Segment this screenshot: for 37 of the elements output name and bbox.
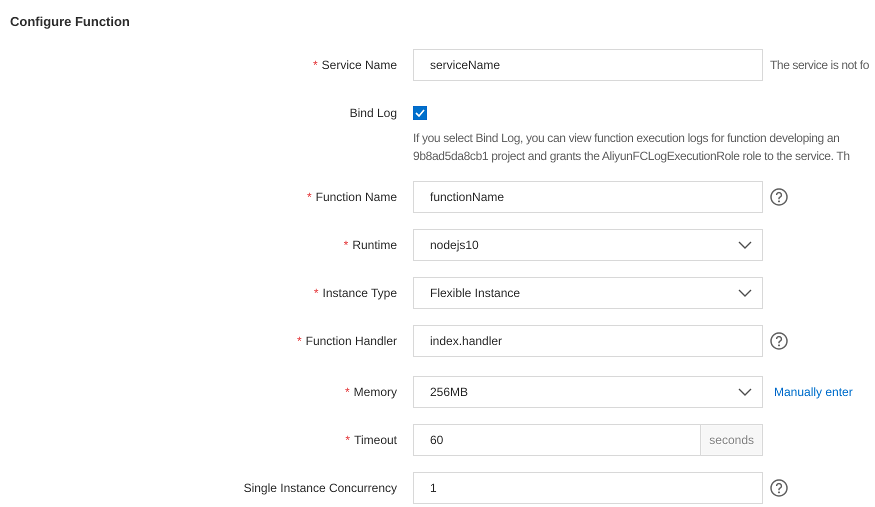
field-label: Runtime	[352, 237, 397, 254]
validation-message: The service is not fo	[770, 57, 869, 74]
field-label: Memory	[354, 384, 397, 401]
required-mark: *	[296, 333, 302, 350]
field-label: Function Name	[316, 189, 397, 206]
dropdown-select[interactable]: 256MB	[413, 376, 763, 408]
caret-icon	[738, 241, 752, 249]
field-label: Function Handler	[306, 333, 397, 350]
manual-entry-link[interactable]: Manually enter	[774, 383, 853, 401]
required-mark: *	[344, 237, 348, 254]
dropdown-select[interactable]: Flexible Instance	[413, 277, 763, 309]
required-mark: *	[312, 57, 318, 74]
help-icon[interactable]	[770, 479, 788, 497]
help-text: 9b8ad5da8cb1 project and grants the AliyunFCLogExecutionRole role to the service. Th	[413, 148, 850, 165]
caret-icon	[738, 289, 752, 297]
help-text: If you select Bind Log, you can view function execution logs for function developing an	[413, 130, 841, 147]
text-input[interactable]: index.handler	[413, 325, 763, 357]
field-label: Bind Log	[350, 105, 397, 122]
required-mark: *	[306, 189, 312, 206]
field-label: Timeout	[354, 432, 397, 449]
help-icon[interactable]	[770, 332, 788, 350]
text-input[interactable]: 1	[413, 472, 763, 504]
field-label: Single Instance Concurrency	[244, 480, 397, 497]
field-label: Service Name	[322, 57, 397, 74]
required-mark: *	[345, 432, 350, 449]
caret-icon	[738, 388, 752, 396]
text-input[interactable]: functionName	[413, 181, 763, 213]
help-icon[interactable]	[770, 188, 788, 206]
unit-addon: seconds	[700, 425, 762, 455]
text-input[interactable]: serviceName	[413, 49, 763, 81]
section-title: Configure Function	[10, 13, 130, 31]
required-mark: *	[344, 384, 350, 401]
required-mark: *	[314, 285, 318, 302]
field-label: Instance Type	[322, 285, 397, 302]
number-input[interactable]: 60 seconds	[413, 424, 763, 456]
checkbox[interactable]	[413, 106, 427, 120]
dropdown-select[interactable]: nodejs10	[413, 229, 763, 261]
